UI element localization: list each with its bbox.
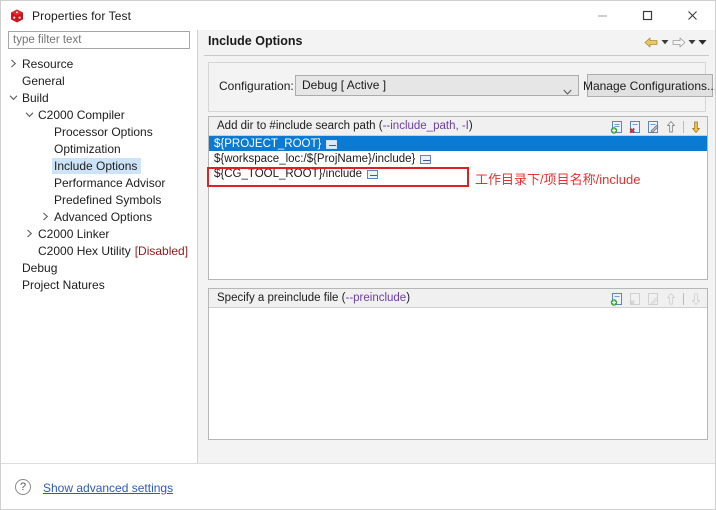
- page-nav-icons: [644, 34, 707, 50]
- delete-icon: [628, 292, 642, 306]
- include-path-header-text: Add dir to #include search path (--inclu…: [217, 120, 473, 132]
- sidebar-item-label: Performance Advisor: [54, 175, 166, 190]
- sidebar-item-include-options[interactable]: Include Options: [1, 157, 197, 174]
- sidebar-item-debug[interactable]: Debug: [1, 259, 197, 276]
- title-bar: Properties for Test: [1, 1, 715, 30]
- sidebar-item-label: Include Options: [52, 157, 142, 174]
- sidebar-item-label: C2000 Linker: [38, 226, 110, 241]
- sidebar-item-label: Resource: [22, 56, 74, 71]
- configuration-select[interactable]: Debug [ Active ]: [295, 75, 579, 96]
- sidebar-item-processor-options[interactable]: Processor Options: [1, 123, 197, 140]
- back-menu-chevron-down-icon[interactable]: [661, 38, 669, 46]
- edit-icon: [646, 292, 660, 306]
- minimize-icon[interactable]: [580, 1, 625, 30]
- sidebar-item-label: C2000 Compiler: [38, 107, 125, 122]
- sidebar-item-c2000-hex-utility[interactable]: C2000 Hex Utility [Disabled]: [1, 242, 197, 259]
- move-up-icon[interactable]: [664, 120, 678, 134]
- include-path-list[interactable]: ${PROJECT_ROOT} ${workspace_loc:/${ProjNa…: [209, 136, 707, 279]
- properties-dialog: Properties for Test Resource General Build…: [0, 0, 716, 510]
- move-up-icon: [664, 292, 678, 306]
- chevron-down-icon[interactable]: [23, 110, 36, 119]
- variable-ellipsis-icon: [326, 140, 338, 149]
- toolbar-separator: [683, 120, 684, 133]
- chevron-right-icon[interactable]: [23, 229, 36, 238]
- sidebar-item-label: Build: [22, 90, 49, 105]
- sidebar-item-performance-advisor[interactable]: Performance Advisor: [1, 174, 197, 191]
- preinclude-header: Specify a preinclude file (--preinclude): [209, 289, 707, 308]
- sidebar-item-resource[interactable]: Resource: [1, 55, 197, 72]
- list-item[interactable]: ${workspace_loc:/${ProjName}/include}: [209, 151, 707, 166]
- preinclude-toolbar: [610, 290, 703, 307]
- sidebar-item-label: Debug: [22, 260, 58, 275]
- settings-tree[interactable]: Resource General Build C2000 Compiler Proces…: [1, 55, 197, 463]
- sidebar-item-label: Project Natures: [22, 277, 105, 292]
- dialog-footer: ? Show advanced settings Apply and Close…: [1, 463, 715, 509]
- variable-ellipsis-icon: [367, 170, 379, 179]
- include-path-toolbar: [610, 118, 703, 135]
- move-down-icon: [689, 292, 703, 306]
- toolbar-separator: [683, 292, 684, 305]
- window-controls: [580, 1, 715, 30]
- variable-ellipsis-icon: [420, 155, 432, 164]
- sidebar-item-disabled-tag: [Disabled]: [134, 243, 189, 258]
- right-pane: Include Options Configuration: Debug [A…: [197, 30, 715, 463]
- sidebar-item-label: Processor Options: [54, 124, 153, 139]
- delete-icon[interactable]: [628, 120, 642, 134]
- help-icon[interactable]: ?: [15, 479, 31, 495]
- configuration-label: Configuration:: [219, 79, 294, 93]
- preinclude-header-text: Specify a preinclude file (--preinclude): [217, 292, 411, 304]
- list-item[interactable]: ${PROJECT_ROOT}: [209, 136, 707, 151]
- view-menu-chevron-down-icon[interactable]: [698, 38, 707, 47]
- preinclude-panel: Specify a preinclude file (--preinclude): [208, 288, 708, 440]
- sidebar-item-optimization[interactable]: Optimization: [1, 140, 197, 157]
- sidebar-item-general[interactable]: General: [1, 72, 197, 89]
- sidebar-item-c2000-compiler[interactable]: C2000 Compiler: [1, 106, 197, 123]
- red-cube-icon: [9, 8, 25, 24]
- chevron-down-icon[interactable]: [7, 93, 20, 102]
- sidebar-item-c2000-linker[interactable]: C2000 Linker: [1, 225, 197, 242]
- sidebar-item-project-natures[interactable]: Project Natures: [1, 276, 197, 293]
- chevron-right-icon[interactable]: [7, 59, 20, 68]
- include-path-panel: Add dir to #include search path (--inclu…: [208, 116, 708, 280]
- configuration-selected-value: Debug [ Active ]: [302, 78, 387, 92]
- add-icon[interactable]: [610, 292, 624, 306]
- page-title: Include Options: [208, 34, 303, 48]
- filter-input[interactable]: [8, 31, 190, 49]
- list-item-value: ${PROJECT_ROOT}: [214, 137, 322, 150]
- forward-menu-chevron-down-icon[interactable]: [688, 38, 696, 46]
- close-icon[interactable]: [670, 1, 715, 30]
- sidebar-item-build[interactable]: Build: [1, 89, 197, 106]
- move-down-icon[interactable]: [689, 120, 703, 134]
- forward-arrow-icon[interactable]: [671, 36, 686, 49]
- title-divider: [204, 55, 709, 56]
- sidebar-item-label: Advanced Options: [54, 209, 153, 224]
- include-path-header: Add dir to #include search path (--inclu…: [209, 117, 707, 136]
- sidebar-item-label: C2000 Hex Utility: [38, 243, 131, 258]
- window-title: Properties for Test: [32, 8, 132, 23]
- sidebar-item-advanced-options[interactable]: Advanced Options: [1, 208, 197, 225]
- back-arrow-icon[interactable]: [644, 36, 659, 49]
- edit-icon[interactable]: [646, 120, 660, 134]
- list-item-value: ${CG_TOOL_ROOT}/include: [214, 167, 363, 180]
- annotation-text: 工作目录下/项目名称/include: [475, 172, 641, 187]
- sidebar-item-label: Predefined Symbols: [54, 192, 162, 207]
- chevron-down-icon: [563, 83, 572, 95]
- manage-configurations-button[interactable]: Manage Configurations...: [583, 74, 715, 97]
- sidebar-item-label: Optimization: [54, 141, 121, 156]
- maximize-icon[interactable]: [625, 1, 670, 30]
- sidebar-item-label: General: [22, 73, 65, 88]
- configuration-group: Configuration: Debug [ Active ] Manage C…: [208, 62, 715, 112]
- list-item-value: ${workspace_loc:/${ProjName}/include}: [214, 152, 416, 165]
- add-icon[interactable]: [610, 120, 624, 134]
- preinclude-list[interactable]: [209, 308, 707, 439]
- sidebar-item-predefined-symbols[interactable]: Predefined Symbols: [1, 191, 197, 208]
- chevron-right-icon[interactable]: [39, 212, 52, 221]
- show-advanced-settings-link[interactable]: Show advanced settings: [43, 481, 173, 495]
